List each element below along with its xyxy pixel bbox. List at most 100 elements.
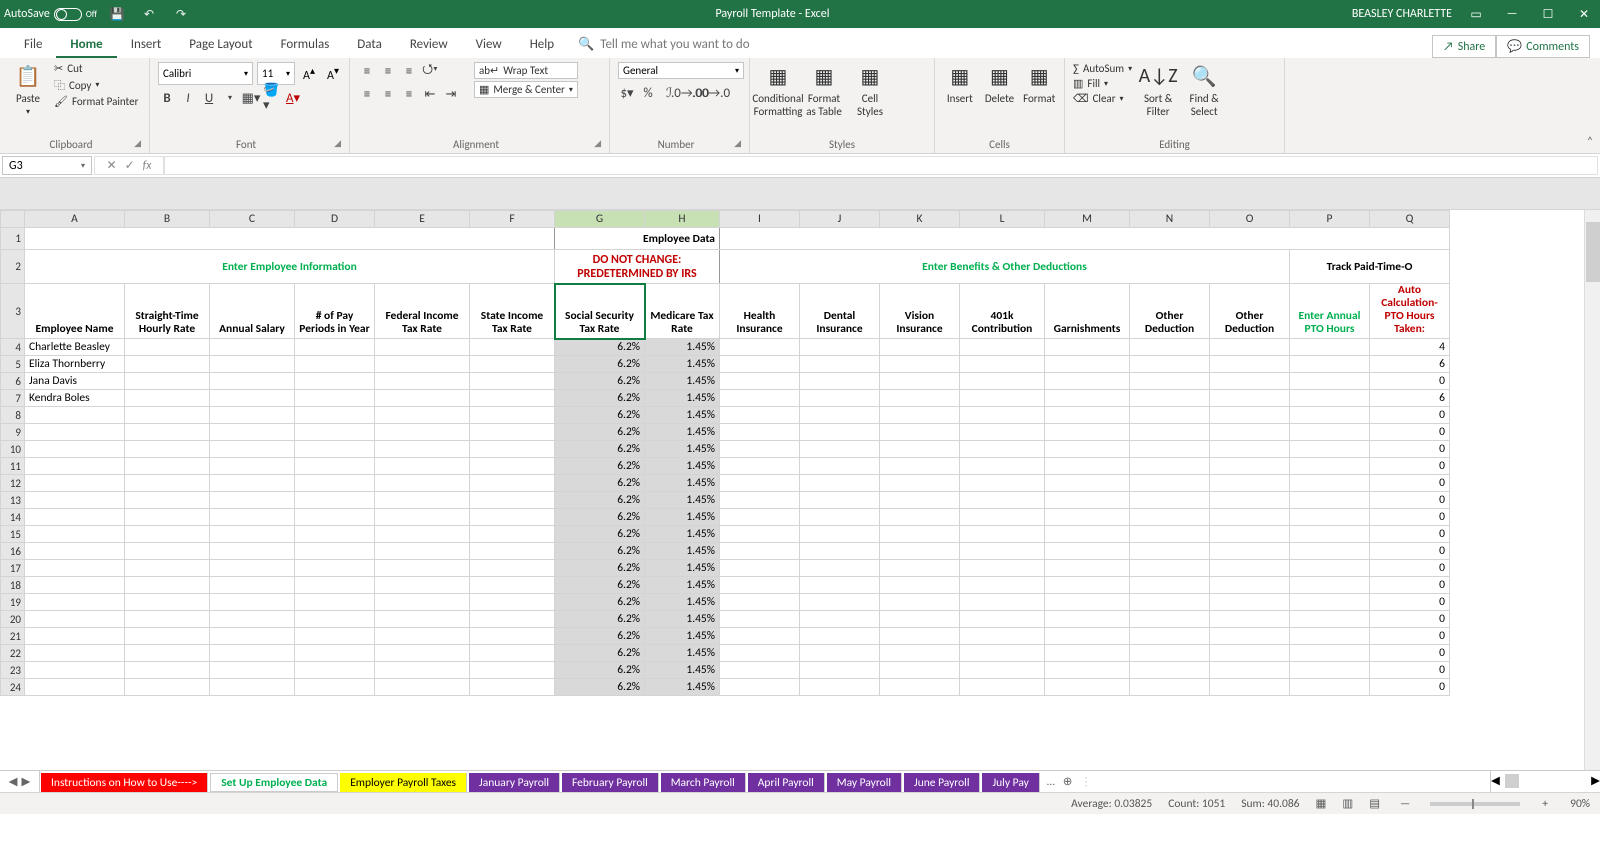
cell[interactable] bbox=[375, 594, 470, 611]
cell[interactable] bbox=[800, 458, 880, 475]
cell[interactable] bbox=[1210, 475, 1290, 492]
spreadsheet-grid[interactable]: ABCDEFGHIJKLMNOPQ1Employee Data2Enter Em… bbox=[0, 210, 1600, 770]
cell[interactable]: 0 bbox=[1370, 679, 1450, 696]
cell[interactable] bbox=[210, 679, 295, 696]
cell[interactable] bbox=[375, 407, 470, 424]
cell[interactable] bbox=[880, 679, 960, 696]
cell[interactable] bbox=[720, 424, 800, 441]
cell[interactable] bbox=[375, 560, 470, 577]
cell[interactable] bbox=[800, 594, 880, 611]
column-header-B[interactable]: B bbox=[125, 211, 210, 228]
cell[interactable]: 0 bbox=[1370, 662, 1450, 679]
cell[interactable] bbox=[375, 509, 470, 526]
clear-button[interactable]: ⌫Clear▾ bbox=[1073, 92, 1132, 105]
cell[interactable] bbox=[470, 577, 555, 594]
cell[interactable] bbox=[125, 611, 210, 628]
cell[interactable] bbox=[125, 679, 210, 696]
row-header-17[interactable]: 17 bbox=[1, 560, 25, 577]
cell[interactable] bbox=[800, 577, 880, 594]
cell[interactable] bbox=[960, 424, 1045, 441]
collapse-ribbon-icon[interactable]: ˄ bbox=[1580, 58, 1600, 153]
close-icon[interactable]: ✕ bbox=[1572, 7, 1596, 22]
cell[interactable] bbox=[470, 645, 555, 662]
cell[interactable] bbox=[1210, 441, 1290, 458]
cell[interactable]: 6.2% bbox=[555, 475, 645, 492]
cell[interactable] bbox=[1210, 424, 1290, 441]
cell[interactable] bbox=[800, 611, 880, 628]
cell[interactable] bbox=[800, 356, 880, 373]
cell[interactable]: 0 bbox=[1370, 628, 1450, 645]
cell[interactable]: 0 bbox=[1370, 611, 1450, 628]
cell[interactable] bbox=[1045, 543, 1130, 560]
cell[interactable]: 0 bbox=[1370, 560, 1450, 577]
increase-font-icon[interactable]: A▴ bbox=[299, 62, 319, 85]
cell[interactable] bbox=[800, 407, 880, 424]
cell[interactable] bbox=[1045, 560, 1130, 577]
cell[interactable] bbox=[25, 475, 125, 492]
view-layout-icon[interactable]: ▥ bbox=[1342, 796, 1353, 811]
cell[interactable] bbox=[880, 560, 960, 577]
cell[interactable]: 0 bbox=[1370, 509, 1450, 526]
row-header-7[interactable]: 7 bbox=[1, 390, 25, 407]
cell[interactable] bbox=[125, 594, 210, 611]
redo-icon[interactable]: ↷ bbox=[169, 7, 193, 22]
cell[interactable] bbox=[375, 662, 470, 679]
cell[interactable] bbox=[1130, 424, 1210, 441]
cell[interactable] bbox=[295, 390, 375, 407]
vertical-scrollbar[interactable] bbox=[1584, 210, 1600, 770]
cell[interactable]: 1.45% bbox=[645, 560, 720, 577]
cell[interactable] bbox=[1045, 356, 1130, 373]
cell[interactable] bbox=[210, 441, 295, 458]
cell[interactable] bbox=[375, 441, 470, 458]
cell[interactable] bbox=[880, 645, 960, 662]
cell[interactable] bbox=[960, 339, 1045, 356]
cell[interactable] bbox=[960, 543, 1045, 560]
cell[interactable] bbox=[960, 526, 1045, 543]
select-all-cell[interactable] bbox=[1, 211, 25, 228]
cell[interactable] bbox=[25, 645, 125, 662]
row-header-3[interactable]: 3 bbox=[1, 284, 25, 339]
row-header-6[interactable]: 6 bbox=[1, 373, 25, 390]
cell[interactable] bbox=[295, 611, 375, 628]
minimize-icon[interactable]: — bbox=[1500, 7, 1524, 21]
cell[interactable] bbox=[1130, 458, 1210, 475]
cell[interactable] bbox=[960, 407, 1045, 424]
cell[interactable] bbox=[1210, 662, 1290, 679]
format-as-table-button[interactable]: ▦Format as Table bbox=[804, 62, 844, 118]
cell[interactable] bbox=[1130, 339, 1210, 356]
cell[interactable] bbox=[375, 424, 470, 441]
tab-nav-prev-icon[interactable]: ◀ bbox=[9, 774, 18, 789]
cell[interactable] bbox=[720, 228, 1450, 250]
cell[interactable] bbox=[720, 339, 800, 356]
cell[interactable] bbox=[470, 373, 555, 390]
cell[interactable] bbox=[295, 645, 375, 662]
find-select-button[interactable]: 🔍Find & Select bbox=[1184, 62, 1224, 118]
cell[interactable] bbox=[1130, 475, 1210, 492]
cell[interactable] bbox=[25, 228, 555, 250]
view-normal-icon[interactable]: ▦ bbox=[1315, 796, 1326, 811]
cell[interactable] bbox=[375, 475, 470, 492]
conditional-formatting-button[interactable]: ▦Conditional Formatting bbox=[758, 62, 798, 118]
cell[interactable] bbox=[1210, 543, 1290, 560]
cell[interactable]: 6.2% bbox=[555, 577, 645, 594]
cell[interactable] bbox=[720, 679, 800, 696]
column-header-H[interactable]: H bbox=[645, 211, 720, 228]
cell[interactable] bbox=[125, 560, 210, 577]
cell[interactable] bbox=[210, 577, 295, 594]
cell[interactable] bbox=[960, 458, 1045, 475]
cell[interactable] bbox=[720, 526, 800, 543]
row-header-22[interactable]: 22 bbox=[1, 645, 25, 662]
cell[interactable]: 0 bbox=[1370, 526, 1450, 543]
cell[interactable] bbox=[1045, 441, 1130, 458]
cell[interactable] bbox=[295, 509, 375, 526]
undo-icon[interactable]: ↶ bbox=[137, 7, 161, 22]
cell[interactable] bbox=[960, 560, 1045, 577]
cell[interactable] bbox=[960, 611, 1045, 628]
cell[interactable]: 6.2% bbox=[555, 424, 645, 441]
cell[interactable]: 0 bbox=[1370, 407, 1450, 424]
row-header-23[interactable]: 23 bbox=[1, 662, 25, 679]
cell[interactable] bbox=[1210, 492, 1290, 509]
cell[interactable] bbox=[1290, 390, 1370, 407]
cell[interactable]: 6 bbox=[1370, 390, 1450, 407]
sheet-tab[interactable]: July Pay bbox=[982, 773, 1039, 792]
